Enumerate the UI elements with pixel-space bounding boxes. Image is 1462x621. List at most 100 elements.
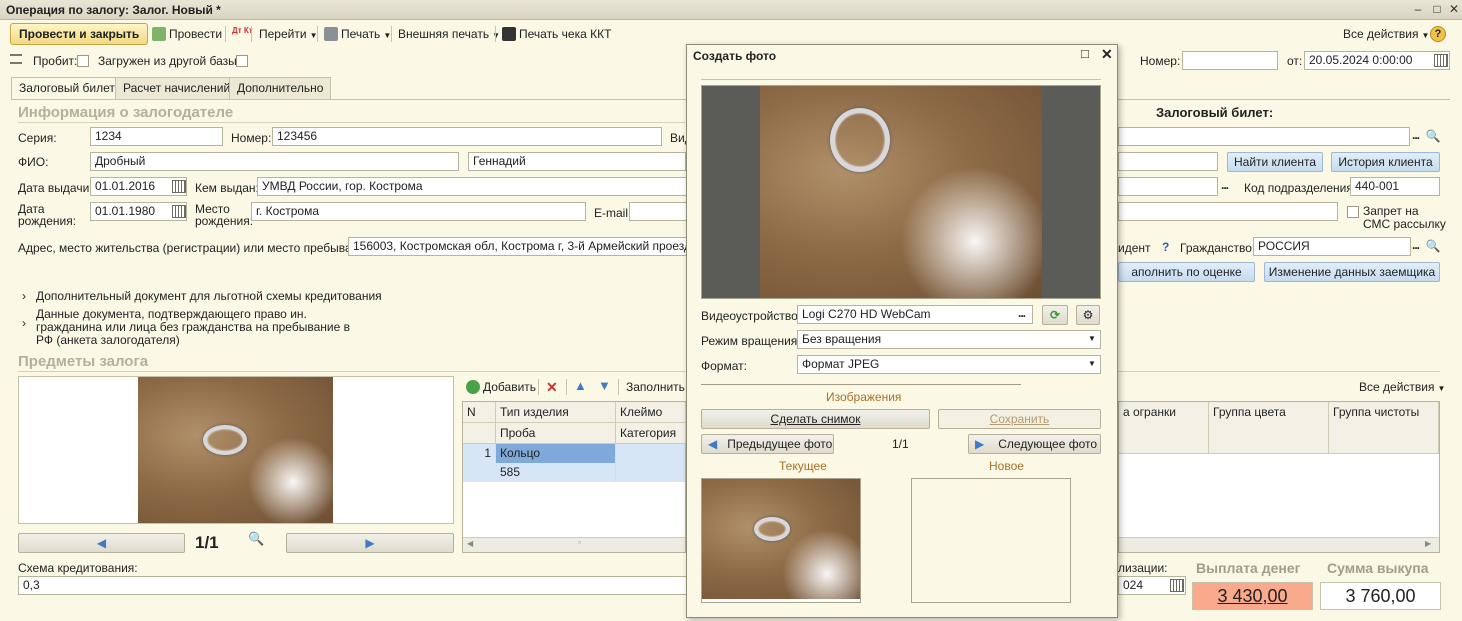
first-name-field[interactable]: Геннадий [468, 152, 686, 171]
maximize-icon[interactable]: □ [1081, 46, 1089, 61]
email-field[interactable] [629, 202, 687, 221]
chevron-down-icon[interactable]: ▼ [1088, 334, 1096, 343]
column-header-stamp[interactable]: Клеймо [616, 402, 686, 423]
items-all-actions-menu[interactable]: Все действия ▼ [1359, 380, 1445, 396]
calendar-icon[interactable] [1170, 579, 1184, 592]
number-field[interactable] [1182, 51, 1278, 70]
move-down-icon[interactable]: ▼ [598, 378, 611, 393]
maximize-icon[interactable]: □ [1430, 2, 1444, 16]
settings-icon[interactable]: ⚙ [1076, 305, 1100, 325]
post-button[interactable]: Провести [152, 27, 222, 41]
column-header-category[interactable]: Категория [616, 423, 686, 444]
move-up-icon[interactable]: ▲ [574, 378, 587, 393]
find-client-button[interactable]: Найти клиента [1227, 152, 1323, 172]
column-header-color-group[interactable]: Группа цвета [1209, 402, 1329, 454]
print-menu[interactable]: Печать ▼ [324, 27, 391, 43]
horizontal-scrollbar[interactable]: ◀ ▫ [463, 537, 685, 552]
chevron-right-icon[interactable]: › [22, 316, 26, 330]
prev-photo-button[interactable]: ◀ Предыдущее фото [701, 434, 834, 454]
select-dots-icon[interactable]: ... [1018, 306, 1026, 320]
save-photo-button[interactable]: Сохранить [938, 409, 1101, 429]
close-icon[interactable]: ✕ [1447, 2, 1461, 16]
division-code-field[interactable]: 440-001 [1350, 177, 1440, 196]
probit-checkbox[interactable] [77, 55, 89, 67]
scroll-left-icon[interactable]: ◀ [467, 539, 473, 548]
scroll-right-icon[interactable]: ▶ [1425, 539, 1431, 548]
table-row[interactable]: 1 Кольцо 585 [463, 444, 685, 482]
sms-ban-checkbox[interactable] [1347, 206, 1359, 218]
last-name-field[interactable]: Дробный [90, 152, 459, 171]
cell-proba[interactable]: 585 [496, 463, 616, 482]
search-icon[interactable]: 🔍 [1425, 238, 1441, 254]
passport-number-field[interactable]: 123456 [272, 127, 662, 146]
column-header-cut[interactable]: а огранки [1119, 402, 1209, 454]
chevron-right-icon[interactable]: › [22, 289, 26, 303]
post-and-close-button[interactable]: Провести и закрыть [10, 23, 149, 45]
issued-by-field[interactable]: УМВД России, гор. Кострома [257, 177, 687, 196]
format-select[interactable]: Формат JPEG [797, 355, 1101, 374]
refresh-icon[interactable]: ⟳ [1042, 305, 1068, 325]
chevron-down-icon[interactable]: ▼ [1088, 359, 1096, 368]
column-header-n[interactable]: N [463, 402, 496, 423]
doc-type-field[interactable] [1118, 127, 1410, 146]
dt-kt-icon[interactable]: Дт Кт [232, 27, 253, 35]
scroll-thumb[interactable]: ▫ [578, 538, 581, 547]
select-dots-icon[interactable]: ... [1412, 238, 1420, 252]
calendar-icon[interactable] [172, 180, 186, 193]
fill-by-estimate-button[interactable]: аполнить по оценке [1118, 262, 1255, 282]
add-item-button[interactable]: Добавить [466, 380, 536, 394]
birth-place-field[interactable]: г. Кострома [251, 202, 586, 221]
fill-button[interactable]: Заполнить [626, 380, 685, 394]
prev-item-photo-button[interactable]: ◀ [18, 533, 185, 553]
column-header-proba[interactable]: Проба [496, 423, 616, 444]
goto-menu[interactable]: Перейти ▼ [259, 27, 317, 43]
foreign-doc-group[interactable]: Данные документа, подтверждающего право … [36, 308, 358, 347]
zoom-icon[interactable]: 🔍 [248, 531, 264, 547]
select-dots-icon[interactable]: ... [1221, 178, 1229, 192]
citizenship-field[interactable]: РОССИЯ [1253, 237, 1411, 256]
all-actions-menu[interactable]: Все действия ▼ [1343, 27, 1429, 43]
column-header-type[interactable]: Тип изделия [496, 402, 616, 423]
client-history-button[interactable]: История клиента [1331, 152, 1440, 172]
extra-doc-group[interactable]: Дополнительный документ для льготной схе… [36, 289, 382, 303]
tab-additional[interactable]: Дополнительно [229, 77, 332, 99]
cell-type[interactable]: Кольцо [496, 444, 616, 463]
next-item-photo-button[interactable]: ▶ [286, 533, 454, 553]
tab-accruals[interactable]: Расчет начислений [115, 77, 239, 99]
add-item-label: Добавить [483, 380, 537, 394]
horizontal-scrollbar[interactable]: ▶ [1119, 537, 1439, 552]
issued-by-field-cont[interactable] [1118, 177, 1218, 196]
payout-value[interactable]: 3 430,00 [1192, 582, 1313, 610]
tab-pledge-ticket[interactable]: Залоговый билет [11, 77, 123, 100]
close-icon[interactable]: ✕ [1101, 46, 1113, 63]
list-icon[interactable] [10, 54, 22, 64]
series-field[interactable]: 1234 [90, 127, 223, 146]
next-photo-button[interactable]: ▶ Следующее фото [968, 434, 1101, 454]
calendar-icon[interactable] [1434, 54, 1448, 67]
resident-help-icon[interactable]: ? [1162, 240, 1169, 254]
date-field[interactable]: 20.05.2024 0:00:00 [1304, 51, 1450, 70]
address-field[interactable]: 156003, Костромская обл, Кострома г, 3-й… [348, 237, 687, 256]
item-photo-counter: 1/1 [195, 533, 219, 552]
delete-icon[interactable]: ✕ [546, 379, 558, 396]
external-print-menu[interactable]: Внешняя печать ▼ [398, 27, 500, 43]
toolbar-separator [566, 379, 567, 395]
select-dots-icon[interactable]: ... [1412, 128, 1420, 142]
take-photo-button[interactable]: Сделать снимок [701, 409, 930, 429]
change-borrower-button[interactable]: Изменение данных заемщика [1264, 262, 1440, 282]
dialog-divider [701, 79, 1101, 80]
credit-scheme-field[interactable]: 0,3 [18, 576, 687, 595]
help-icon[interactable]: ? [1430, 26, 1446, 42]
email-field-cont[interactable] [1118, 202, 1338, 221]
patronymic-field[interactable] [1118, 152, 1218, 171]
photo-counter: 1/1 [892, 437, 909, 451]
device-field[interactable]: Logi C270 HD WebCam [797, 305, 1033, 324]
loaded-from-other-db-checkbox[interactable] [236, 55, 248, 67]
search-icon[interactable]: 🔍 [1425, 128, 1441, 144]
calendar-icon[interactable] [172, 205, 186, 218]
rotation-select[interactable]: Без вращения [797, 330, 1101, 349]
print-receipt-button[interactable]: Печать чека ККТ [502, 27, 611, 41]
minimize-icon[interactable]: – [1411, 2, 1425, 16]
column-header-clarity-group[interactable]: Группа чистоты [1329, 402, 1439, 454]
ring-image [754, 517, 790, 541]
